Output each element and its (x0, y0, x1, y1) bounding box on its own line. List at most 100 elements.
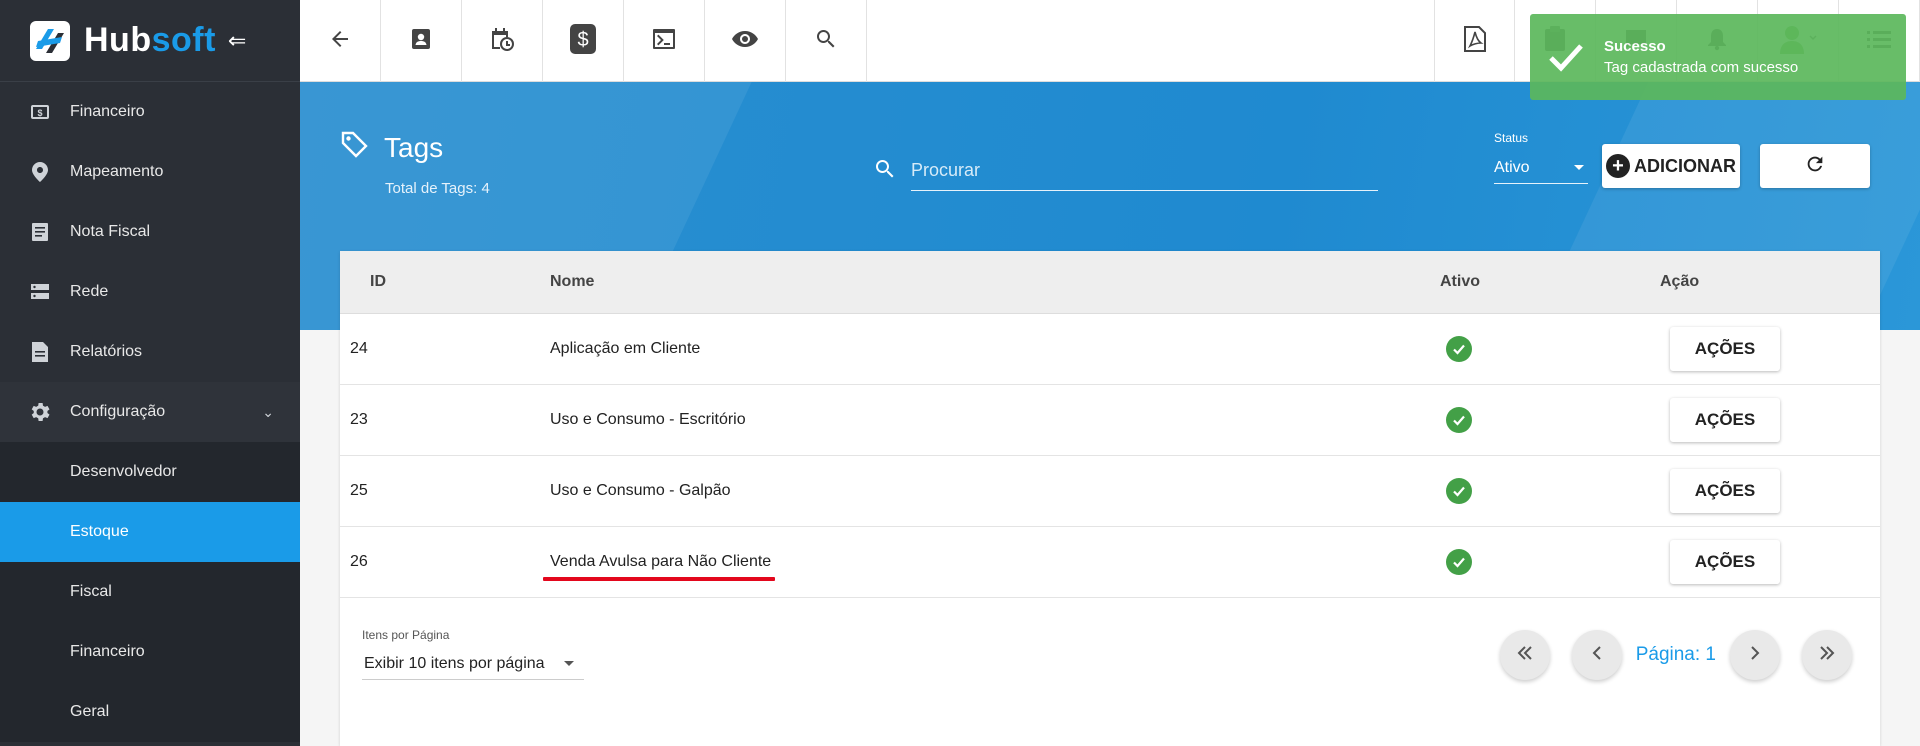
sidebar-item-label: Financeiro (70, 103, 145, 120)
check-circle-icon (1446, 336, 1472, 362)
sidebar-subitem-label: Financeiro (70, 643, 145, 660)
actions-button[interactable]: AÇÕES (1670, 469, 1780, 513)
sidebar-item-label: Mapeamento (70, 163, 164, 180)
table-row: 25 Uso e Consumo - Galpão AÇÕES (340, 456, 1880, 527)
cell-id: 26 (350, 553, 368, 570)
status-select[interactable]: Ativo (1494, 152, 1588, 184)
column-header-active[interactable]: Ativo (1440, 273, 1660, 291)
sidebar-item-mapeamento[interactable]: Mapeamento (0, 142, 300, 202)
page-title: Tags (340, 130, 443, 165)
cell-action: AÇÕES (1660, 540, 1880, 584)
table-header: ID Nome Ativo Ação (340, 251, 1880, 314)
money-icon: $ (30, 102, 50, 122)
first-page-button[interactable] (1499, 630, 1550, 680)
sidebar-subitem-label: Fiscal (70, 583, 112, 600)
cell-name-text: Venda Avulsa para Não Cliente (550, 553, 772, 570)
cell-name: Venda Avulsa para Não Cliente (543, 553, 1440, 581)
tags-table-card: ID Nome Ativo Ação 24 Aplicação em Clien… (340, 251, 1880, 746)
search-bar (873, 150, 1378, 192)
search-input[interactable] (911, 151, 1378, 191)
sidebar-item-relatorios[interactable]: Relatórios (0, 322, 300, 382)
cell-name: Aplicação em Cliente (550, 340, 701, 357)
sidebar-subitem-estoque[interactable]: Estoque (0, 502, 300, 562)
check-circle-icon (1446, 549, 1472, 575)
items-per-page-label: Itens por Página (362, 628, 450, 642)
sidebar-item-financeiro[interactable]: $ Financeiro (0, 82, 300, 142)
cell-name: Uso e Consumo - Galpão (550, 482, 731, 499)
sidebar: Hubsoft ⇐ $ Financeiro Mapeamento Nota F… (0, 0, 300, 746)
svg-text:$: $ (577, 29, 588, 51)
next-page-button[interactable] (1730, 630, 1780, 680)
view-button[interactable] (705, 0, 786, 82)
sidebar-item-rede[interactable]: Rede (0, 262, 300, 322)
eye-icon (731, 29, 759, 54)
items-per-page-value: Exibir 10 itens por página (364, 654, 545, 672)
actions-button[interactable]: AÇÕES (1670, 327, 1780, 371)
brand-name: Hubsoft (84, 21, 216, 59)
financial-button[interactable]: $ (543, 0, 624, 82)
refresh-button[interactable] (1760, 144, 1870, 188)
chevron-right-icon (1745, 643, 1765, 668)
column-header-name[interactable]: Nome (550, 273, 1440, 291)
page-title-text: Tags (384, 131, 444, 163)
chevron-down-icon: ⌄ (262, 403, 274, 420)
sidebar-subitem-fiscal[interactable]: Fiscal (0, 562, 300, 622)
sidebar-subitem-desenvolvedor[interactable]: Desenvolvedor (0, 442, 300, 502)
terminal-button[interactable] (624, 0, 705, 82)
check-circle-icon (1446, 478, 1472, 504)
search-button[interactable] (786, 0, 867, 82)
clients-button[interactable] (381, 0, 462, 82)
sidebar-item-configuracao[interactable]: Configuração ⌄ (0, 382, 300, 442)
sidebar-item-label: Rede (70, 283, 109, 300)
toast-message: Tag cadastrada com sucesso (1604, 59, 1799, 76)
cell-id: 24 (350, 340, 368, 357)
sidebar-item-label: Configuração (70, 403, 166, 420)
check-icon (1546, 37, 1586, 77)
sidebar-item-label: Relatórios (70, 343, 143, 360)
brand: Hubsoft ⇐ (0, 0, 300, 82)
calendar-clock-icon (489, 26, 515, 57)
success-toast[interactable]: Sucesso Tag cadastrada com sucesso (1530, 14, 1906, 100)
status-value: Ativo (1494, 158, 1530, 176)
toast-content: Sucesso Tag cadastrada com sucesso (1604, 38, 1798, 76)
column-header-id[interactable]: ID (340, 273, 550, 291)
dollar-icon: $ (570, 23, 596, 59)
sidebar-subitem-financeiro[interactable]: Financeiro (0, 622, 300, 682)
pdf-icon (1463, 25, 1486, 57)
add-button-label: ADICIONAR (1634, 155, 1736, 176)
back-button[interactable] (300, 0, 381, 82)
sidebar-nav: $ Financeiro Mapeamento Nota Fiscal Rede… (0, 82, 300, 742)
check-circle-icon (1446, 407, 1472, 433)
caret-down-icon (564, 661, 574, 666)
actions-button[interactable]: AÇÕES (1670, 398, 1780, 442)
sidebar-subitem-geral[interactable]: Geral (0, 682, 300, 742)
server-icon (30, 282, 50, 302)
double-chevron-right-icon (1817, 643, 1837, 668)
previous-page-button[interactable] (1571, 630, 1622, 680)
last-page-button[interactable] (1802, 630, 1852, 680)
back-arrow-icon (328, 27, 352, 56)
receipt-icon (30, 222, 50, 242)
tags-count: Total de Tags: 4 (385, 180, 490, 197)
search-icon (814, 27, 838, 56)
sidebar-subitem-label: Desenvolvedor (70, 463, 177, 480)
cell-active (1440, 549, 1660, 575)
cell-id: 23 (350, 411, 368, 428)
caret-down-icon (1574, 165, 1584, 170)
schedule-button[interactable] (462, 0, 543, 82)
sidebar-item-label: Nota Fiscal (70, 223, 151, 240)
cell-id: 25 (350, 482, 368, 499)
cell-active (1440, 478, 1660, 504)
gear-icon (30, 402, 50, 422)
pdf-button[interactable] (1434, 0, 1515, 82)
items-per-page-select[interactable]: Exibir 10 itens por página (362, 648, 584, 680)
table-row: 24 Aplicação em Cliente AÇÕES (340, 314, 1880, 385)
cell-action: AÇÕES (1660, 469, 1880, 513)
sidebar-item-nota-fiscal[interactable]: Nota Fiscal (0, 202, 300, 262)
actions-button[interactable]: AÇÕES (1670, 540, 1780, 584)
add-button[interactable]: + ADICIONAR (1602, 144, 1740, 188)
tag-icon (340, 130, 384, 165)
pagination: Página: 1 (1478, 630, 1852, 680)
menu-collapse-icon[interactable]: ⇐ (228, 28, 246, 54)
